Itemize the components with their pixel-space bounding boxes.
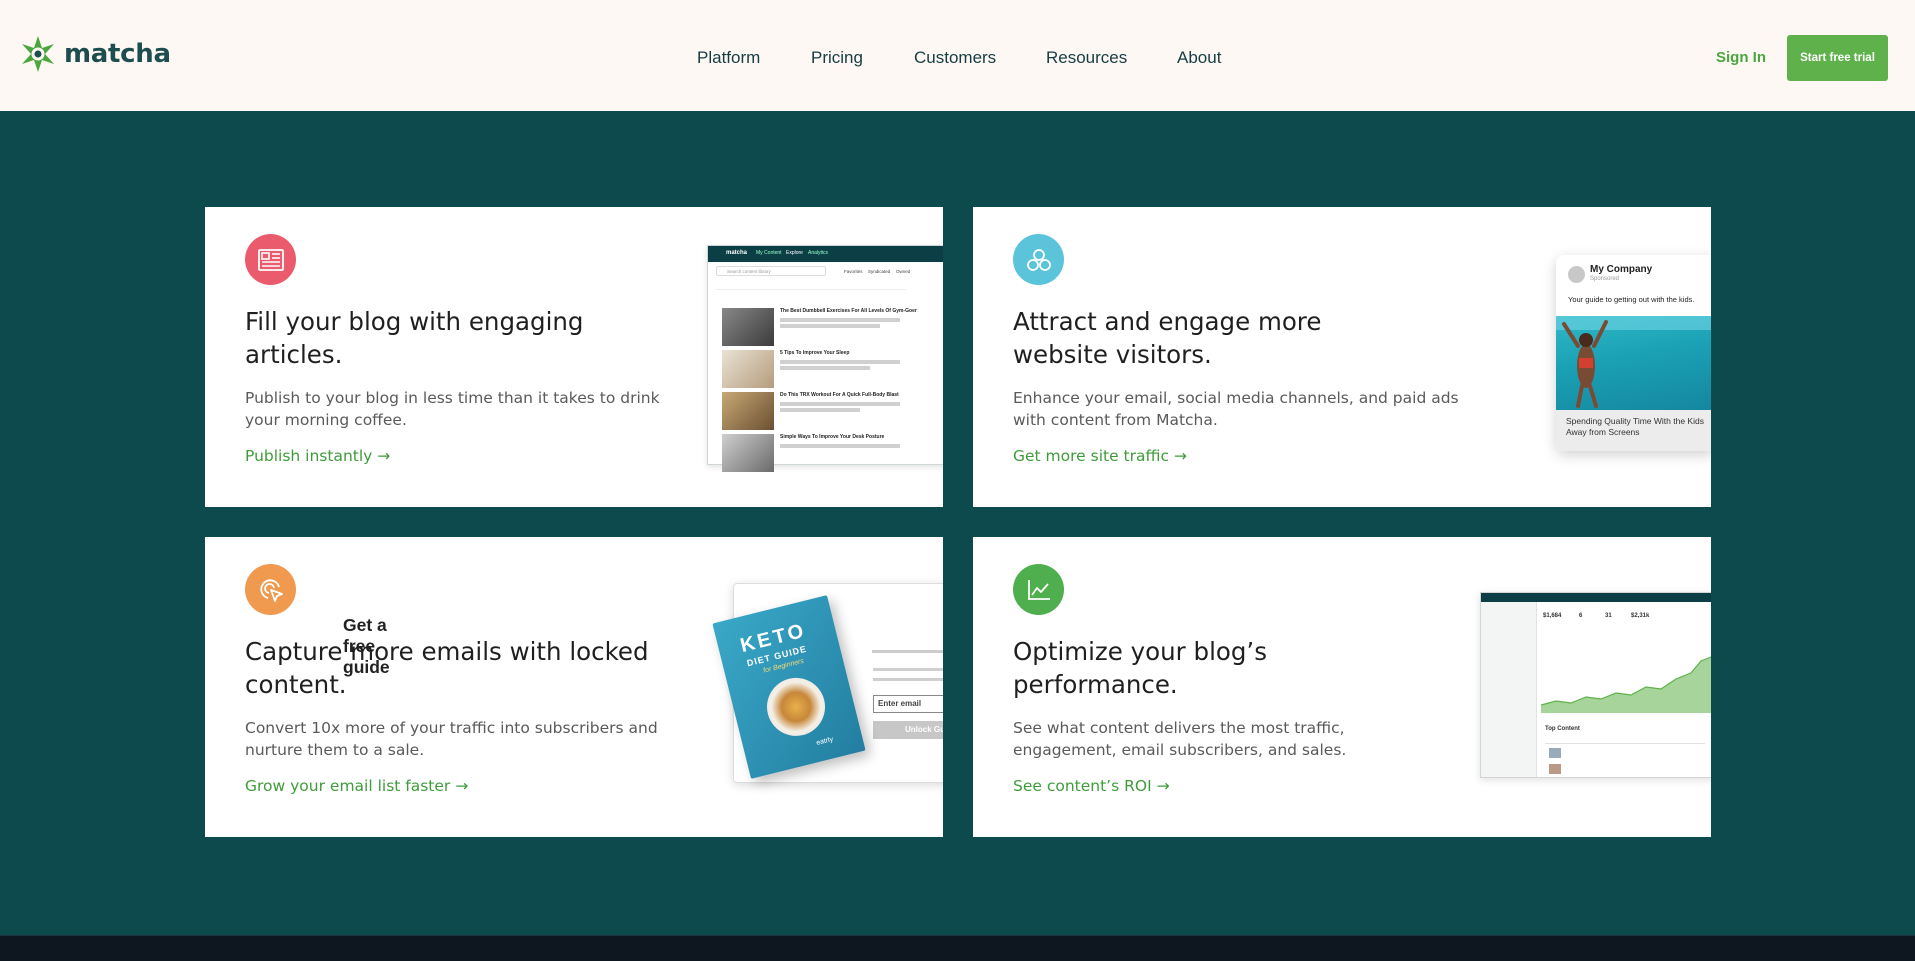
site-header: matcha Platform Pricing Customers Resour… — [0, 0, 1915, 111]
post-caption: Spending Quality Time With the Kids Away… — [1556, 410, 1711, 451]
nav-resources[interactable]: Resources — [1046, 48, 1127, 68]
form-email-input: Enter email — [873, 695, 943, 713]
sponsored-label: Sponsored — [1590, 276, 1620, 282]
dashboard-stat: $1,684 — [1543, 613, 1562, 619]
mockup-brand: matcha — [726, 250, 748, 256]
mockup-filter: Syndicated — [868, 269, 891, 274]
footer-band — [0, 935, 1915, 961]
card-title: Attract and engage more website visitors… — [1013, 307, 1322, 369]
dashboard-sidebar — [1481, 602, 1537, 777]
feature-card-performance: Optimize your blog’s performance. See wh… — [973, 537, 1711, 837]
mockup-article-row: Do This TRX Workout For A Quick Full-Bod… — [722, 392, 942, 430]
post-photo — [1556, 316, 1711, 410]
card-title: Fill your blog with engaging articles. — [245, 307, 584, 369]
dashboard-stat: 6 — [1579, 613, 1583, 619]
card-description: See what content delivers the most traff… — [1013, 719, 1347, 759]
form-headline: Get a free guide — [343, 615, 390, 677]
article-icon — [245, 234, 296, 285]
food-plate-image — [760, 671, 832, 743]
feature-card-blog: Fill your blog with engaging articles. P… — [205, 207, 943, 507]
target-cursor-icon — [245, 564, 296, 615]
mockup-filter: Owned — [896, 269, 911, 274]
nav-customers[interactable]: Customers — [914, 48, 996, 68]
company-name: My Company — [1590, 264, 1653, 275]
post-text: Your guide to getting out with the kids. — [1568, 295, 1695, 304]
form-unlock-button: Unlock Guide — [873, 721, 943, 739]
book-brand: eatrly — [815, 735, 834, 747]
content-library-screenshot: matcha My Content Explore Analytics Sear… — [707, 245, 943, 472]
logo-text: matcha — [64, 39, 171, 69]
grow-email-list-link[interactable]: Grow your email list faster → — [245, 777, 468, 795]
publish-instantly-link[interactable]: Publish instantly → — [245, 447, 390, 465]
card-description: Publish to your blog in less time than i… — [245, 389, 660, 429]
logo[interactable]: matcha — [18, 34, 171, 74]
traffic-area-chart — [1541, 656, 1711, 713]
get-more-site-traffic-link[interactable]: Get more site traffic → — [1013, 447, 1187, 465]
mockup-article-row: Simple Ways To Improve Your Desk Posture — [722, 434, 942, 472]
mockup-article-row: The Best Dumbbell Exercises For All Leve… — [722, 308, 942, 346]
card-description: Convert 10x more of your traffic into su… — [245, 719, 658, 759]
card-description: Enhance your email, social media channel… — [1013, 389, 1459, 429]
card-title: Capture more emails with locked content. — [245, 637, 649, 699]
feature-card-emails: Capture more emails with locked content.… — [205, 537, 943, 837]
mockup-topbar: matcha My Content Explore Analytics — [708, 246, 943, 262]
mockup-tab: Analytics — [808, 250, 829, 256]
dashboard-stat: 31 — [1605, 613, 1612, 619]
mockup-filter-row — [716, 284, 906, 290]
start-free-trial-button[interactable]: Start free trial — [1787, 35, 1888, 81]
line-chart-icon — [1013, 564, 1064, 615]
dashboard-stat: $2,31k — [1631, 613, 1650, 619]
mockup-filter: Favorites — [844, 269, 863, 274]
social-post-screenshot: My Company Sponsored Your guide to getti… — [1556, 255, 1711, 451]
audience-icon — [1013, 234, 1064, 285]
mockup-tab: My Content — [756, 250, 782, 256]
nav-about[interactable]: About — [1177, 48, 1221, 68]
avatar — [1568, 266, 1585, 283]
matcha-logo-icon — [22, 36, 54, 72]
top-content-label: Top Content — [1545, 726, 1580, 732]
card-title: Optimize your blog’s performance. — [1013, 637, 1267, 699]
see-content-roi-link[interactable]: See content’s ROI → — [1013, 777, 1170, 795]
mockup-article-row: 5 Tips To Improve Your Sleep — [722, 350, 942, 388]
nav-platform[interactable]: Platform — [697, 48, 760, 68]
mockup-search: Search content library — [716, 266, 826, 276]
mockup-tab: Explore — [786, 250, 803, 256]
feature-card-traffic: Attract and engage more website visitors… — [973, 207, 1711, 507]
sign-in-link[interactable]: Sign In — [1716, 49, 1766, 66]
analytics-dashboard-screenshot: $1,684 6 31 $2,31k Top Content — [1480, 592, 1711, 778]
nav-pricing[interactable]: Pricing — [811, 48, 863, 68]
